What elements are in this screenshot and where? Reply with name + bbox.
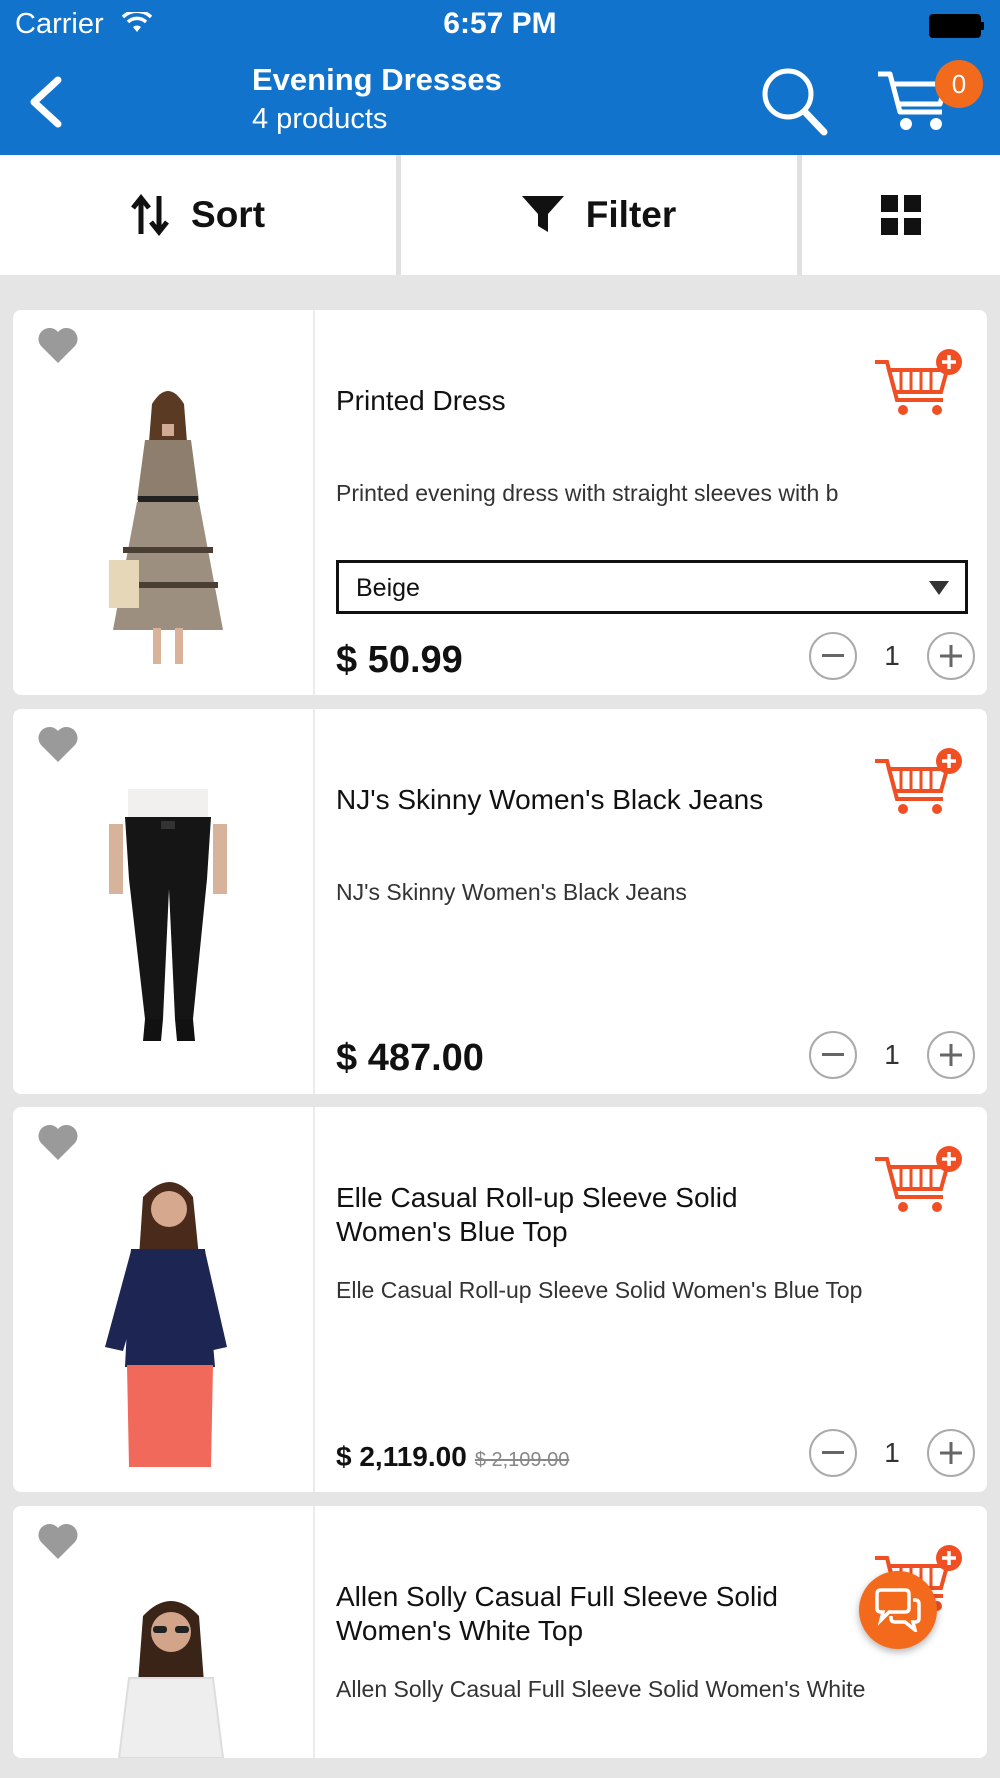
product-name-line: Women's White Top bbox=[336, 1615, 584, 1646]
card-divider bbox=[313, 709, 315, 1094]
quantity-stepper: 1 bbox=[809, 1429, 975, 1479]
increase-quantity-button[interactable] bbox=[927, 632, 975, 680]
minus-icon bbox=[822, 1451, 844, 1454]
product-price: $ 50.99 bbox=[336, 639, 463, 681]
chat-icon bbox=[875, 1588, 921, 1632]
cart-count-badge[interactable]: 0 bbox=[935, 60, 983, 108]
product-card[interactable]: Elle Casual Roll-up Sleeve Solid Women's… bbox=[13, 1107, 987, 1492]
variant-select[interactable]: Beige bbox=[336, 560, 968, 614]
quantity-stepper: 1 bbox=[809, 1031, 975, 1081]
sort-label: Sort bbox=[191, 194, 266, 235]
product-description: Allen Solly Casual Full Sleeve Solid Wom… bbox=[336, 1676, 866, 1702]
quantity-stepper: 1 bbox=[809, 632, 975, 682]
add-to-cart-icon[interactable] bbox=[873, 1145, 965, 1215]
product-description: Printed evening dress with straight slee… bbox=[336, 480, 839, 506]
variant-value: Beige bbox=[356, 574, 420, 602]
product-name-line: Allen Solly Casual Full Sleeve Solid bbox=[336, 1581, 778, 1612]
quantity-value: 1 bbox=[884, 1039, 900, 1070]
product-image[interactable] bbox=[53, 769, 283, 1069]
app-header: Carrier 6:57 PM Evening Dresses 4 produc… bbox=[0, 0, 1000, 155]
product-card[interactable]: Allen Solly Casual Full Sleeve Solid Wom… bbox=[13, 1506, 987, 1758]
product-name[interactable]: Elle Casual Roll-up Sleeve Solid Women's… bbox=[336, 1181, 816, 1249]
battery-icon bbox=[929, 14, 984, 38]
product-name[interactable]: NJ's Skinny Women's Black Jeans bbox=[336, 783, 816, 817]
wishlist-heart-icon[interactable] bbox=[37, 326, 79, 364]
card-divider bbox=[313, 1506, 315, 1758]
plus-icon bbox=[940, 645, 962, 667]
minus-icon bbox=[822, 654, 844, 657]
clock: 6:57 PM bbox=[443, 7, 557, 40]
sort-icon bbox=[131, 194, 169, 236]
increase-quantity-button[interactable] bbox=[927, 1429, 975, 1477]
back-icon[interactable] bbox=[22, 72, 72, 132]
product-price: $ 487.00 bbox=[336, 1037, 484, 1079]
product-image[interactable] bbox=[53, 370, 283, 670]
card-divider bbox=[313, 1107, 315, 1492]
chevron-down-icon bbox=[929, 581, 949, 595]
quantity-value: 1 bbox=[884, 640, 900, 671]
card-divider bbox=[313, 310, 315, 695]
quantity-value: 1 bbox=[884, 1437, 900, 1468]
filter-button[interactable]: Filter bbox=[401, 155, 797, 275]
original-price: $ 2,109.00 bbox=[474, 1449, 570, 1471]
sort-button[interactable]: Sort bbox=[0, 155, 396, 275]
product-name[interactable]: Allen Solly Casual Full Sleeve Solid Wom… bbox=[336, 1580, 816, 1648]
status-bar: Carrier 6:57 PM bbox=[0, 0, 1000, 50]
search-icon[interactable] bbox=[758, 62, 830, 138]
grid-view-button[interactable] bbox=[802, 155, 1000, 275]
add-to-cart-icon[interactable] bbox=[873, 348, 965, 418]
add-to-cart-icon[interactable] bbox=[873, 747, 965, 817]
current-price: $ 2,119.00 bbox=[336, 1441, 467, 1472]
page-title: Evening Dresses bbox=[252, 62, 502, 97]
product-description: Elle Casual Roll-up Sleeve Solid Women's… bbox=[336, 1277, 863, 1303]
wishlist-heart-icon[interactable] bbox=[37, 1522, 79, 1560]
decrease-quantity-button[interactable] bbox=[809, 632, 857, 680]
plus-icon bbox=[940, 1044, 962, 1066]
wishlist-heart-icon[interactable] bbox=[37, 725, 79, 763]
product-price: $ 2,119.00 $ 2,109.00 bbox=[336, 1441, 569, 1473]
product-count: 4 products bbox=[252, 103, 388, 135]
plus-icon bbox=[940, 1442, 962, 1464]
product-name-line: Women's Blue Top bbox=[336, 1216, 568, 1247]
product-image[interactable] bbox=[53, 1167, 283, 1467]
minus-icon bbox=[822, 1053, 844, 1056]
product-description: NJ's Skinny Women's Black Jeans bbox=[336, 879, 687, 905]
grid-view-icon bbox=[881, 195, 921, 235]
filter-icon bbox=[521, 196, 564, 232]
product-image[interactable] bbox=[53, 1566, 283, 1758]
decrease-quantity-button[interactable] bbox=[809, 1429, 857, 1477]
product-name[interactable]: Printed Dress bbox=[336, 384, 816, 418]
filter-label: Filter bbox=[585, 194, 677, 235]
decrease-quantity-button[interactable] bbox=[809, 1031, 857, 1079]
increase-quantity-button[interactable] bbox=[927, 1031, 975, 1079]
wishlist-heart-icon[interactable] bbox=[37, 1123, 79, 1161]
chat-button[interactable] bbox=[859, 1571, 937, 1649]
product-name-line: Elle Casual Roll-up Sleeve Solid bbox=[336, 1182, 738, 1213]
product-card[interactable]: NJ's Skinny Women's Black Jeans NJ's Ski… bbox=[13, 709, 987, 1094]
product-card[interactable]: Printed Dress Printed evening dress with… bbox=[13, 310, 987, 695]
nav-bar: Evening Dresses 4 products bbox=[0, 50, 1000, 155]
list-toolbar: Sort Filter bbox=[0, 155, 1000, 275]
